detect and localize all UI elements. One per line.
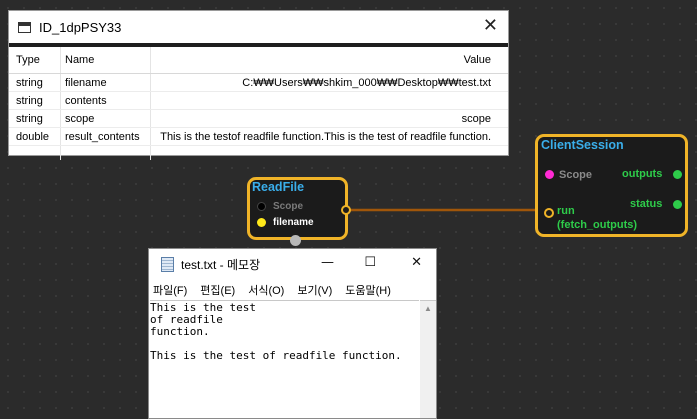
cell-type: double bbox=[9, 128, 61, 145]
notepad-menubar: 파일(F) 편집(E) 서식(O) 보기(V) 도움말(H) bbox=[149, 280, 436, 300]
cell-type: string bbox=[9, 92, 61, 109]
scroll-up-icon[interactable]: ▲ bbox=[424, 304, 432, 313]
cell-empty bbox=[61, 146, 151, 160]
cell-name: result_contents bbox=[61, 128, 151, 145]
cell-name: filename bbox=[61, 74, 151, 91]
cell-name: contents bbox=[61, 92, 151, 109]
run-pin-label: run bbox=[557, 205, 575, 217]
cell-empty bbox=[151, 146, 508, 160]
cell-type: string bbox=[9, 110, 61, 127]
close-icon[interactable]: ✕ bbox=[483, 16, 498, 36]
run-output-pin[interactable] bbox=[341, 205, 351, 215]
filename-pin-label: filename bbox=[273, 217, 314, 228]
table-row-empty bbox=[9, 146, 508, 160]
notepad-title: test.txt - 메모장 bbox=[181, 258, 261, 272]
client-session-node-title: ClientSession bbox=[541, 138, 624, 152]
cell-empty bbox=[9, 146, 61, 160]
column-header-value[interactable]: Value bbox=[151, 47, 508, 73]
readfile-node[interactable]: ReadFile Scope filename bbox=[247, 177, 348, 240]
table-row[interactable]: double result_contents This is the testo… bbox=[9, 128, 508, 146]
property-window[interactable]: ID_1dpPSY33 ✕ Type Name Value string fil… bbox=[8, 10, 509, 160]
menu-file[interactable]: 파일(F) bbox=[153, 282, 187, 298]
grid-header: Type Name Value bbox=[9, 47, 508, 74]
cell-value[interactable]: This is the testof readfile function.Thi… bbox=[151, 128, 508, 145]
cell-name: scope bbox=[61, 110, 151, 127]
notepad-window[interactable]: test.txt - 메모장 — ☐ ✕ 파일(F) 편집(E) 서식(O) 보… bbox=[148, 248, 437, 419]
property-grid: Type Name Value string filename C:₩₩User… bbox=[9, 47, 508, 160]
outputs-output-pin[interactable] bbox=[673, 170, 682, 179]
table-row[interactable]: string filename C:₩₩Users₩₩shkim_000₩₩De… bbox=[9, 74, 508, 92]
cell-value[interactable]: C:₩₩Users₩₩shkim_000₩₩Desktop₩₩test.txt bbox=[151, 74, 508, 91]
scope-pin-label: Scope bbox=[559, 169, 593, 181]
property-window-title: ID_1dpPSY33 bbox=[39, 19, 122, 35]
property-window-titlebar[interactable]: ID_1dpPSY33 ✕ bbox=[9, 11, 508, 47]
vertical-scrollbar[interactable]: ▲ bbox=[420, 300, 436, 418]
filename-input-pin[interactable] bbox=[257, 218, 266, 227]
notepad-text-area[interactable]: This is the test of readfile function. T… bbox=[150, 300, 419, 418]
notepad-titlebar[interactable]: test.txt - 메모장 — ☐ ✕ bbox=[149, 249, 436, 280]
table-row[interactable]: string contents bbox=[9, 92, 508, 110]
column-header-type[interactable]: Type bbox=[9, 47, 61, 73]
column-header-name[interactable]: Name bbox=[61, 47, 151, 73]
menu-help[interactable]: 도움말(H) bbox=[345, 282, 391, 298]
run-pin-sublabel: (fetch_outputs) bbox=[557, 219, 638, 231]
client-session-node[interactable]: ClientSession Scope outputs status run (… bbox=[535, 134, 688, 237]
scope-input-pin[interactable] bbox=[545, 170, 554, 179]
status-pin-label: status bbox=[630, 198, 663, 210]
cell-value[interactable]: scope bbox=[151, 110, 508, 127]
cell-value[interactable] bbox=[151, 92, 508, 109]
notepad-icon bbox=[161, 257, 174, 272]
close-icon[interactable]: ✕ bbox=[411, 255, 422, 270]
menu-edit[interactable]: 편집(E) bbox=[200, 282, 235, 298]
maximize-icon[interactable]: ☐ bbox=[364, 255, 376, 270]
minimize-icon[interactable]: — bbox=[321, 255, 334, 270]
scope-input-pin[interactable] bbox=[257, 202, 266, 211]
menu-format[interactable]: 서식(O) bbox=[248, 282, 284, 298]
run-input-pin[interactable] bbox=[544, 208, 554, 218]
cell-type: string bbox=[9, 74, 61, 91]
outputs-pin-label: outputs bbox=[622, 168, 663, 180]
scope-pin-label: Scope bbox=[273, 201, 304, 212]
window-icon bbox=[18, 21, 31, 33]
status-output-pin[interactable] bbox=[673, 200, 682, 209]
readfile-bottom-pin[interactable] bbox=[290, 235, 301, 246]
readfile-node-title: ReadFile bbox=[252, 180, 305, 194]
table-row[interactable]: string scope scope bbox=[9, 110, 508, 128]
menu-view[interactable]: 보기(V) bbox=[297, 282, 332, 298]
